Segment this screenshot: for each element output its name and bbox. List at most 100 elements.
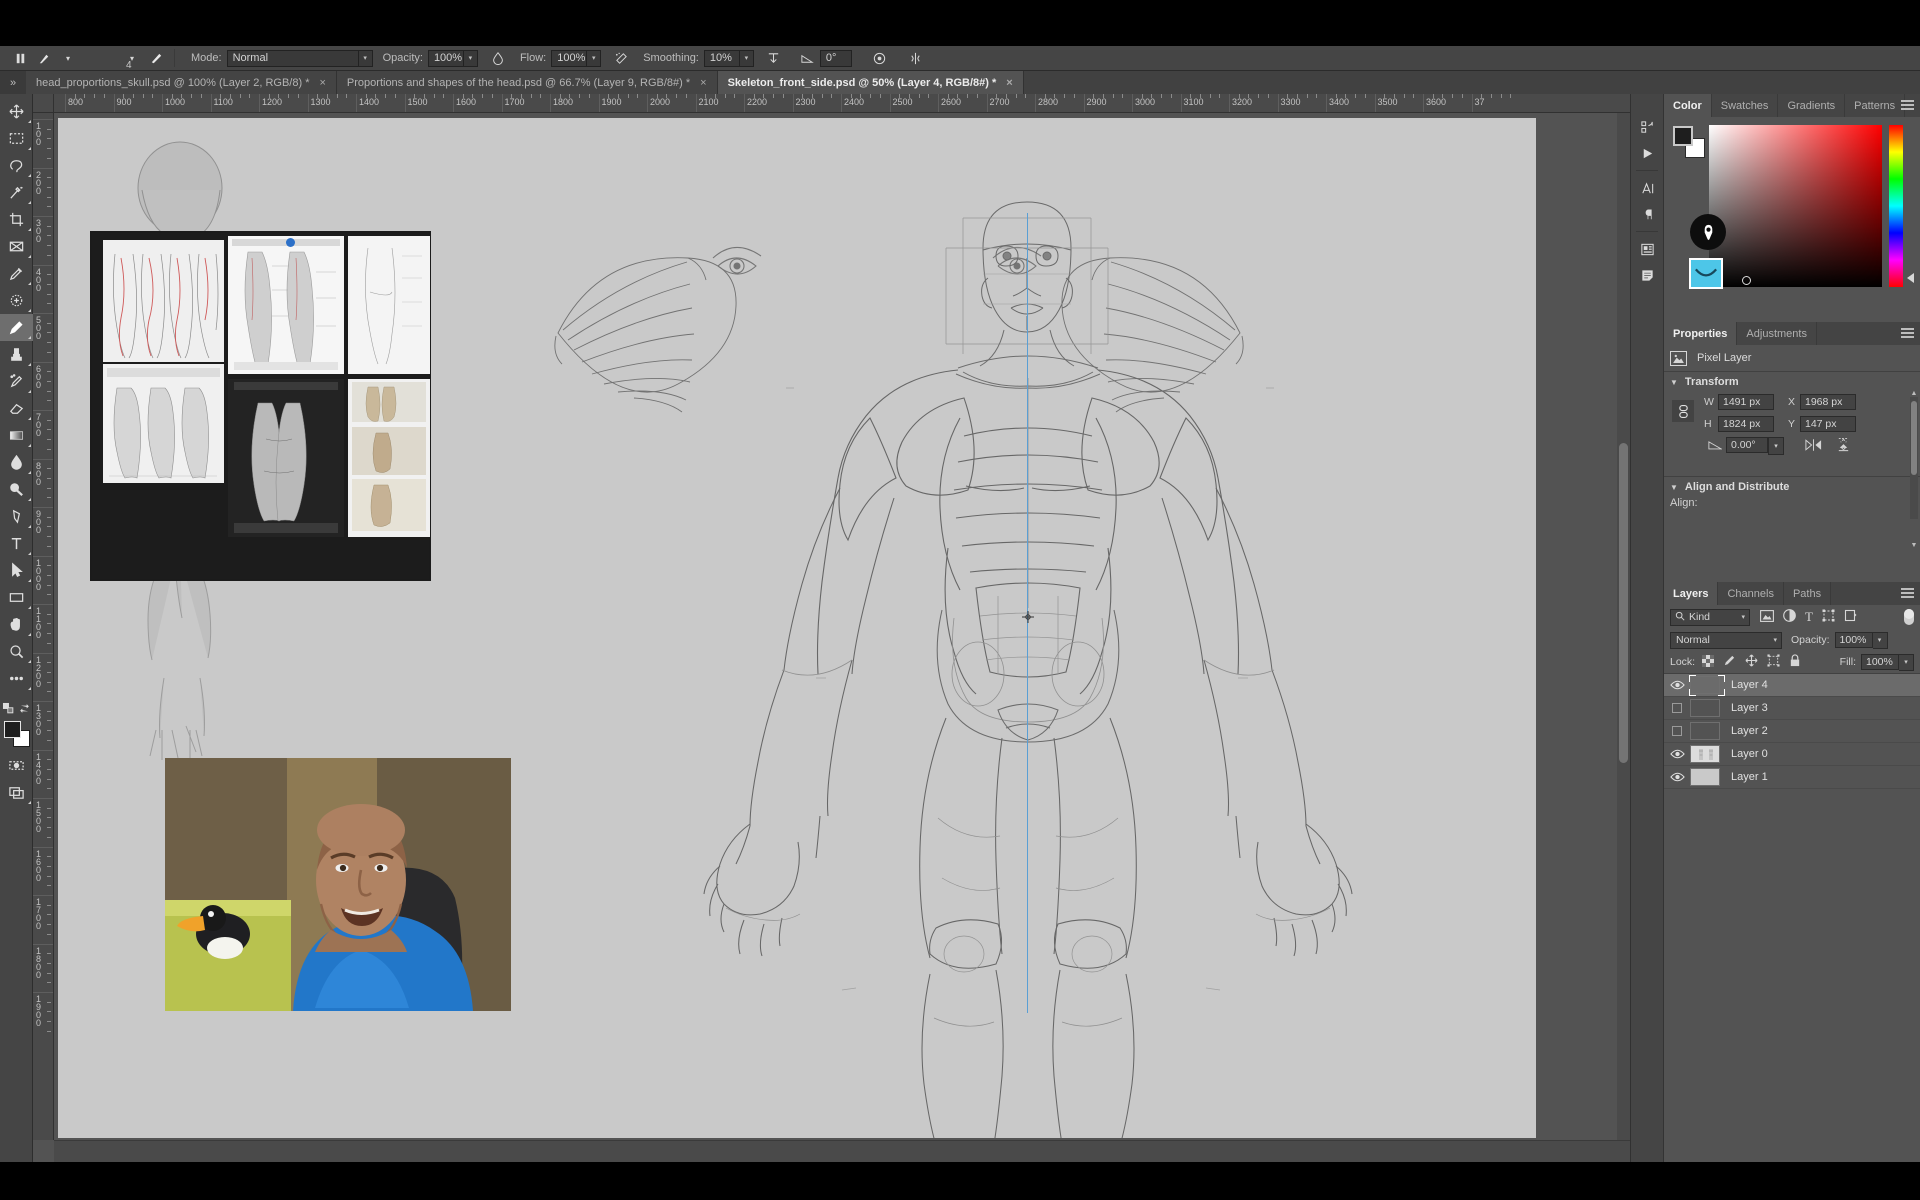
eraser-tool[interactable] [0, 395, 33, 422]
airbrush-icon[interactable] [609, 47, 633, 69]
history-brush-tool[interactable] [0, 368, 33, 395]
align-section-header[interactable]: ▼ Align and Distribute [1664, 477, 1920, 497]
hand-tool[interactable] [0, 611, 33, 638]
close-icon[interactable]: × [319, 77, 325, 89]
adjustment-filter-icon[interactable] [1783, 609, 1796, 625]
layer-thumbnail[interactable] [1690, 722, 1720, 740]
eye-icon[interactable] [1664, 680, 1690, 690]
flow-input[interactable]: 100% ▾ [551, 49, 602, 67]
close-icon[interactable]: × [700, 77, 706, 89]
layer-opacity-field[interactable]: 100% [1834, 632, 1873, 648]
color-picker-marker[interactable] [1742, 276, 1751, 285]
frame-tool[interactable] [0, 233, 33, 260]
color-field[interactable] [1709, 125, 1882, 287]
panel-menu-icon[interactable] [1901, 588, 1914, 599]
dodge-tool[interactable] [0, 476, 33, 503]
layer-name[interactable]: Layer 0 [1731, 748, 1768, 760]
tab-adjustments[interactable]: Adjustments [1737, 322, 1817, 345]
gradient-tool[interactable] [0, 422, 33, 449]
layer-thumbnail[interactable] [1690, 745, 1720, 763]
smart-object-filter-icon[interactable] [1844, 609, 1857, 625]
layer-row-layer-4[interactable]: Layer 4 [1664, 674, 1920, 697]
scroll-down-icon[interactable]: ▼ [1909, 541, 1919, 549]
brush-tip-chevron-2-icon[interactable]: ▾ [120, 47, 144, 69]
angle-chevron-icon[interactable]: ▾ [1768, 437, 1784, 455]
tab-gradients[interactable]: Gradients [1778, 94, 1846, 117]
scrollbar-thumb[interactable] [1619, 443, 1628, 763]
type-filter-icon[interactable]: T [1805, 609, 1813, 625]
h-field[interactable]: 1824 px [1718, 416, 1774, 432]
magic-wand-tool[interactable] [0, 179, 33, 206]
blend-mode-select[interactable]: Normal ▾ [1670, 631, 1782, 649]
lasso-tool[interactable] [0, 152, 33, 179]
symmetry-icon[interactable] [904, 47, 928, 69]
edit-toolbar-tool[interactable] [0, 665, 33, 692]
ruler-corner[interactable] [33, 94, 54, 113]
flip-vertical-icon[interactable] [1836, 436, 1851, 457]
default-colors-icon[interactable] [0, 698, 33, 718]
foreground-color-swatch[interactable] [1673, 126, 1693, 146]
actions-play-icon[interactable] [1631, 140, 1664, 166]
layer-name[interactable]: Layer 4 [1731, 679, 1768, 691]
move-tool[interactable] [0, 98, 33, 125]
layer-row-layer-0[interactable]: Layer 0 [1664, 743, 1920, 766]
layer-thumbnail[interactable] [1690, 768, 1720, 786]
zoom-tool[interactable] [0, 638, 33, 665]
screen-mode-icon[interactable] [0, 779, 33, 806]
paragraph-panel-icon[interactable] [1631, 201, 1664, 227]
angle-value[interactable]: 0° [819, 49, 852, 67]
vertical-ruler[interactable]: 100 200 300 400 500 600 700 800 900 1000 1100 1200 1… [33, 113, 54, 1140]
eyedropper-tool[interactable] [0, 260, 33, 287]
eye-off-icon[interactable] [1664, 703, 1690, 713]
lock-all-icon[interactable] [1789, 654, 1801, 670]
tab-color[interactable]: Color [1664, 94, 1712, 117]
layer-name[interactable]: Layer 3 [1731, 702, 1768, 714]
tab-properties[interactable]: Properties [1664, 322, 1738, 345]
close-icon[interactable]: × [1006, 77, 1012, 89]
character-panel-icon[interactable] [1631, 175, 1664, 201]
pixel-filter-icon[interactable] [1760, 609, 1774, 625]
brush-preset-icon[interactable] [8, 47, 32, 69]
y-field[interactable]: 147 px [1800, 416, 1856, 432]
type-tool[interactable] [0, 530, 33, 557]
tab-patterns[interactable]: Patterns [1845, 94, 1906, 117]
chevron-double-right-icon[interactable]: » [0, 71, 26, 94]
notes-icon[interactable] [1631, 262, 1664, 288]
smoothing-options-icon[interactable] [762, 47, 786, 69]
layer-row-layer-2[interactable]: Layer 2 [1664, 720, 1920, 743]
eye-icon[interactable] [1664, 749, 1690, 759]
fill-chevron-icon[interactable]: ▾ [1899, 653, 1914, 671]
lock-transparent-pixels-icon[interactable] [1702, 654, 1715, 670]
lock-position-icon[interactable] [1745, 654, 1758, 670]
w-field[interactable]: 1491 px [1718, 394, 1774, 410]
shape-filter-icon[interactable] [1822, 609, 1835, 625]
canvas-vertical-scrollbar[interactable] [1617, 113, 1630, 1140]
crop-tool[interactable] [0, 206, 33, 233]
scrollbar-thumb[interactable] [1911, 401, 1917, 475]
hue-slider[interactable] [1889, 125, 1903, 287]
document-tab-1[interactable]: head_proportions_skull.psd @ 100% (Layer… [26, 71, 337, 94]
panel-menu-icon[interactable] [1901, 100, 1914, 111]
quick-mask-icon[interactable] [0, 752, 33, 779]
layer-thumbnail[interactable] [1690, 699, 1720, 717]
opacity-input[interactable]: 100% ▾ [427, 49, 478, 67]
path-selection-tool[interactable] [0, 557, 33, 584]
layer-comps-icon[interactable] [1631, 236, 1664, 262]
brush-panel-icon[interactable] [144, 47, 168, 69]
mode-select[interactable]: Normal ▾ [226, 49, 373, 67]
layer-name[interactable]: Layer 2 [1731, 725, 1768, 737]
tab-layers[interactable]: Layers [1664, 582, 1719, 605]
clone-stamp-tool[interactable] [0, 341, 33, 368]
x-field[interactable]: 1968 px [1800, 394, 1856, 410]
color-panel-swatches[interactable] [1673, 126, 1707, 160]
link-wh-icon[interactable] [1672, 400, 1694, 422]
horizontal-ruler[interactable]: 800 900 1000 1100 1200 1300 1400 1500 1600 1700 18… [54, 94, 1630, 113]
tab-swatches[interactable]: Swatches [1711, 94, 1779, 117]
scroll-up-icon[interactable]: ▲ [1909, 389, 1919, 397]
document-tab-3[interactable]: Skeleton_front_side.psd @ 50% (Layer 4, … [717, 71, 1024, 94]
lock-image-pixels-icon[interactable] [1723, 654, 1736, 670]
eye-icon[interactable] [1664, 772, 1690, 782]
foreground-background-color[interactable] [0, 718, 33, 752]
rectangular-marquee-tool[interactable] [0, 125, 33, 152]
brush-tip-icon[interactable] [32, 47, 56, 69]
